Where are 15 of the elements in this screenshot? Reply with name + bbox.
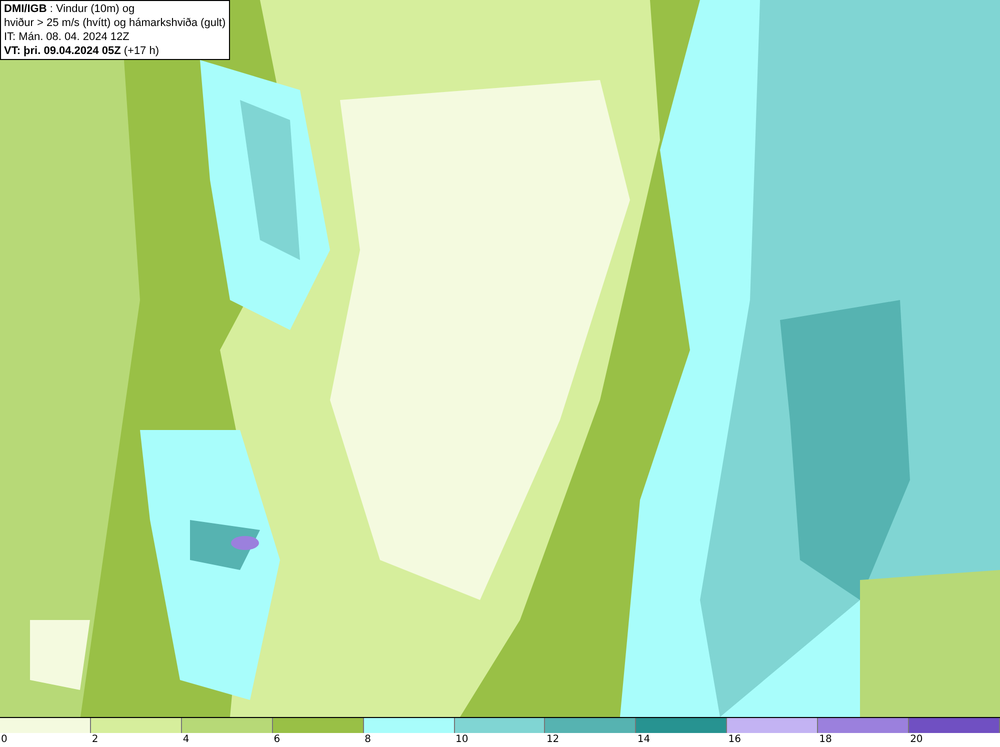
legend-label: 10 [454,733,468,747]
legend-label: 14 [636,733,650,747]
legend-label: 2 [90,733,98,747]
legend-label: 20 [909,733,923,747]
legend-label: 6 [272,733,280,747]
info-text: IT: Mán. 08. 04. 2024 12Z [4,30,130,44]
info-text: hviður > 25 m/s (hvítt) og hámarkshviða (gult) [4,16,226,30]
legend-label: 18 [818,733,832,747]
legend-label: 8 [364,733,371,747]
legend-label: 4 [182,733,190,747]
legend-label: 16 [727,733,741,747]
info-text: DMI/IGB : Vindur (10m) og [4,2,136,16]
info-text: VT: þri. 09.04.2024 05Z (+17 h) [4,44,160,58]
legend-label: 12 [545,733,560,747]
legend-label: 0 [0,733,8,747]
